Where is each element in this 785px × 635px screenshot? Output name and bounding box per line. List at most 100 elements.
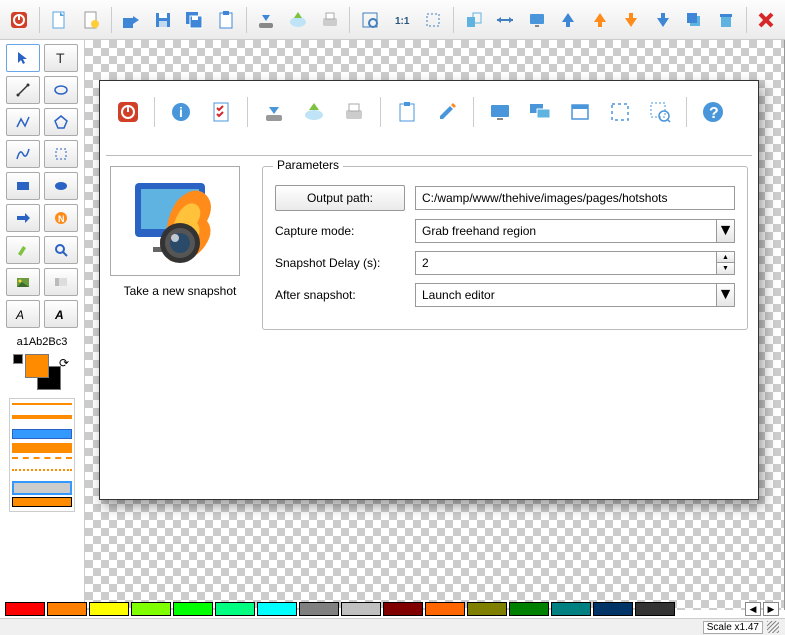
- output-path-input[interactable]: [415, 186, 735, 210]
- svg-text:?: ?: [709, 105, 719, 122]
- arrow-up-orange-button[interactable]: [585, 5, 615, 35]
- polyline-tool[interactable]: [6, 108, 40, 136]
- checklist-button[interactable]: [203, 94, 239, 130]
- image-tool[interactable]: [6, 268, 40, 296]
- crop-button[interactable]: [418, 5, 448, 35]
- chevron-down-icon[interactable]: ▼: [717, 219, 735, 243]
- line-style-dotted[interactable]: [12, 469, 72, 479]
- canvas[interactable]: i ?: [85, 40, 785, 610]
- palette-color[interactable]: [89, 602, 129, 616]
- screens-button[interactable]: [522, 94, 558, 130]
- palette-color[interactable]: [509, 602, 549, 616]
- polygon-tool[interactable]: [44, 108, 78, 136]
- palette-color[interactable]: [5, 602, 45, 616]
- palette-color[interactable]: [383, 602, 423, 616]
- capture-mode-select[interactable]: [415, 219, 717, 243]
- palette-next-button[interactable]: ▶: [763, 602, 779, 616]
- font-bold-tool[interactable]: A: [44, 300, 78, 328]
- palette-color[interactable]: [425, 602, 465, 616]
- ellipse-tool[interactable]: [44, 76, 78, 104]
- foreground-color-swatch[interactable]: [25, 354, 49, 378]
- line-tool[interactable]: [6, 76, 40, 104]
- line-style-solid-thick[interactable]: [12, 415, 72, 425]
- export-button[interactable]: [117, 5, 147, 35]
- magnify-tool[interactable]: [44, 236, 78, 264]
- arrow-tool[interactable]: [6, 204, 40, 232]
- snapshot-preview[interactable]: [110, 166, 240, 276]
- resize-grip[interactable]: [767, 621, 779, 633]
- info-button[interactable]: i: [163, 94, 199, 130]
- chevron-down-icon[interactable]: ▼: [717, 283, 735, 307]
- close-button[interactable]: [752, 5, 782, 35]
- palette-color[interactable]: [47, 602, 87, 616]
- after-select[interactable]: [415, 283, 717, 307]
- snapshot-dialog: i ?: [99, 80, 759, 500]
- crop-tool[interactable]: [44, 140, 78, 168]
- arrow-up-blue-button[interactable]: [553, 5, 583, 35]
- rect-tool[interactable]: [6, 172, 40, 200]
- help-button[interactable]: ?: [695, 94, 731, 130]
- freehand-button[interactable]: [642, 94, 678, 130]
- number-tool[interactable]: N: [44, 204, 78, 232]
- open-file-button[interactable]: [76, 5, 106, 35]
- line-style-panel: [9, 398, 75, 512]
- line-style-dashed[interactable]: [12, 457, 72, 467]
- palette-color[interactable]: [215, 602, 255, 616]
- save-all-button[interactable]: [180, 5, 210, 35]
- power-button[interactable]: [4, 5, 34, 35]
- dialog-power-button[interactable]: [110, 94, 146, 130]
- palette-color[interactable]: [257, 602, 297, 616]
- font-italic-tool[interactable]: A: [6, 300, 40, 328]
- palette-color[interactable]: [635, 602, 675, 616]
- palette-color[interactable]: [593, 602, 633, 616]
- svg-text:N: N: [58, 214, 65, 224]
- upload-button[interactable]: [283, 5, 313, 35]
- monitor-button[interactable]: [522, 5, 552, 35]
- clipboard-button[interactable]: [211, 5, 241, 35]
- palette-color[interactable]: [299, 602, 339, 616]
- palette-color[interactable]: [467, 602, 507, 616]
- zoom-fit-button[interactable]: [355, 5, 385, 35]
- new-file-button[interactable]: [45, 5, 75, 35]
- palette-color[interactable]: [131, 602, 171, 616]
- trash-button[interactable]: [711, 5, 741, 35]
- parameters-legend: Parameters: [273, 158, 343, 172]
- fit-width-button[interactable]: [490, 5, 520, 35]
- dialog-clipboard-button[interactable]: [389, 94, 425, 130]
- download-button[interactable]: [252, 5, 282, 35]
- line-style-solid-thin[interactable]: [12, 403, 72, 413]
- curve-tool[interactable]: [6, 140, 40, 168]
- layers-button[interactable]: [680, 5, 710, 35]
- arrow-down-blue-button[interactable]: [648, 5, 678, 35]
- screen-button[interactable]: [482, 94, 518, 130]
- text-tool[interactable]: T: [44, 44, 78, 72]
- save-button[interactable]: [148, 5, 178, 35]
- select-tool[interactable]: [6, 44, 40, 72]
- ellipse-fill-tool[interactable]: [44, 172, 78, 200]
- output-path-button[interactable]: Output path:: [275, 185, 405, 211]
- delay-input[interactable]: [415, 251, 717, 275]
- delay-up-button[interactable]: ▲: [717, 251, 735, 263]
- delay-down-button[interactable]: ▼: [717, 263, 735, 275]
- highlight-tool[interactable]: [6, 236, 40, 264]
- scale-indicator: Scale x1.47: [703, 621, 763, 634]
- print-button[interactable]: [315, 5, 345, 35]
- palette-prev-button[interactable]: ◀: [745, 602, 761, 616]
- zoom-actual-button[interactable]: 1:1: [387, 5, 417, 35]
- color-swatches[interactable]: ⟳: [7, 354, 77, 394]
- dialog-download-button[interactable]: [256, 94, 292, 130]
- svg-text:i: i: [179, 104, 183, 120]
- blur-tool[interactable]: [44, 268, 78, 296]
- arrow-down-orange-button[interactable]: [616, 5, 646, 35]
- dialog-print-button[interactable]: [336, 94, 372, 130]
- dialog-upload-button[interactable]: [296, 94, 332, 130]
- palette-color[interactable]: [173, 602, 213, 616]
- scale-button[interactable]: [459, 5, 489, 35]
- region-button[interactable]: [602, 94, 638, 130]
- palette-color[interactable]: [551, 602, 591, 616]
- palette-color[interactable]: [341, 602, 381, 616]
- svg-text:A: A: [54, 308, 64, 322]
- window-button[interactable]: [562, 94, 598, 130]
- edit-button[interactable]: [429, 94, 465, 130]
- dialog-toolbar: i ?: [100, 87, 758, 137]
